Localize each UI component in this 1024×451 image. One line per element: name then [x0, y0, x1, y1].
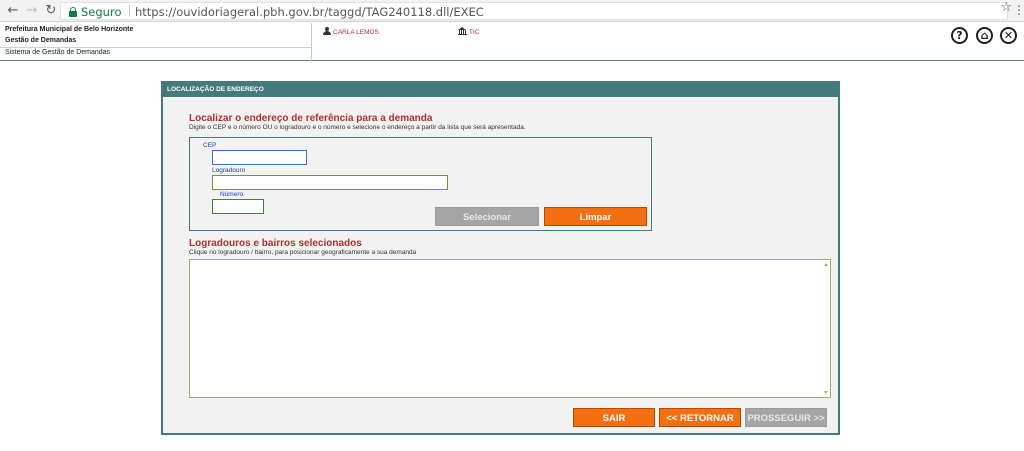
address-bar[interactable]: Seguro https://ouvidoriageral.pbh.gov.br… — [60, 2, 1008, 20]
forward-arrow-icon[interactable]: → — [24, 3, 40, 19]
institution-name: TIC — [469, 29, 480, 36]
sair-button[interactable]: SAIR — [573, 408, 655, 427]
logradouro-input[interactable] — [212, 175, 448, 190]
back-arrow-icon[interactable]: ← — [5, 3, 21, 19]
browser-toolbar: ← → ↻ Seguro https://ouvidoriageral.pbh.… — [0, 0, 1024, 22]
results-hint: Clique no logradouro / bairro, para posi… — [189, 249, 417, 256]
scroll-down-icon[interactable] — [824, 391, 828, 394]
help-icon[interactable]: ? — [951, 27, 968, 44]
logradouro-label: Logradouro — [212, 167, 246, 174]
cep-input[interactable] — [212, 150, 307, 165]
secure-label: Seguro — [81, 5, 122, 19]
reload-icon[interactable]: ↻ — [43, 3, 59, 19]
user-name: CARLA LEMOS — [333, 29, 379, 36]
app-header: Prefeitura Municipal de Belo Horizonte G… — [0, 23, 1024, 61]
lock-icon — [69, 7, 77, 17]
locate-heading: Localizar o endereço de referência para … — [189, 113, 433, 124]
results-list[interactable] — [189, 259, 831, 398]
org-block: Prefeitura Municipal de Belo Horizonte G… — [0, 23, 312, 61]
address-separator — [129, 5, 130, 17]
results-heading: Logradouros e bairros selecionados — [189, 238, 362, 249]
panel-title: LOCALIZAÇÃO DE ENDEREÇO — [163, 83, 838, 97]
institution-icon — [458, 27, 467, 35]
home-icon[interactable]: ⌂ — [976, 27, 993, 44]
numero-input[interactable] — [212, 199, 264, 214]
limpar-button[interactable]: Limpar — [544, 207, 647, 226]
menu-dots-icon[interactable]: ⋮ — [1013, 3, 1024, 17]
retornar-button[interactable]: << RETORNAR — [659, 408, 741, 427]
star-icon[interactable]: ☆ — [1000, 0, 1012, 15]
system-name: Sistema de Gestão de Demandas — [0, 47, 312, 56]
url-text[interactable]: https://ouvidoriageral.pbh.gov.br/taggd/… — [135, 5, 484, 19]
selecionar-button[interactable]: Selecionar — [435, 207, 539, 226]
close-icon[interactable]: ✕ — [1000, 27, 1017, 44]
user-icon — [323, 27, 331, 35]
user-link[interactable]: CARLA LEMOS — [323, 27, 379, 36]
module-name: Gestão de Demandas — [5, 37, 77, 44]
org-name: Prefeitura Municipal de Belo Horizonte — [5, 26, 134, 33]
locate-hint: Digite o CEP e o número OU o logradouro … — [189, 124, 526, 131]
address-location-panel: LOCALIZAÇÃO DE ENDEREÇO Localizar o ende… — [161, 81, 840, 435]
numero-label: Número — [220, 191, 244, 198]
institution-link[interactable]: TIC — [458, 27, 479, 36]
prosseguir-button[interactable]: PROSSEGUIR >> — [745, 408, 827, 427]
search-form: CEP Logradouro Número Selecionar Limpar — [189, 137, 652, 231]
cep-label: CEP — [203, 142, 217, 149]
scroll-up-icon[interactable] — [824, 263, 828, 266]
